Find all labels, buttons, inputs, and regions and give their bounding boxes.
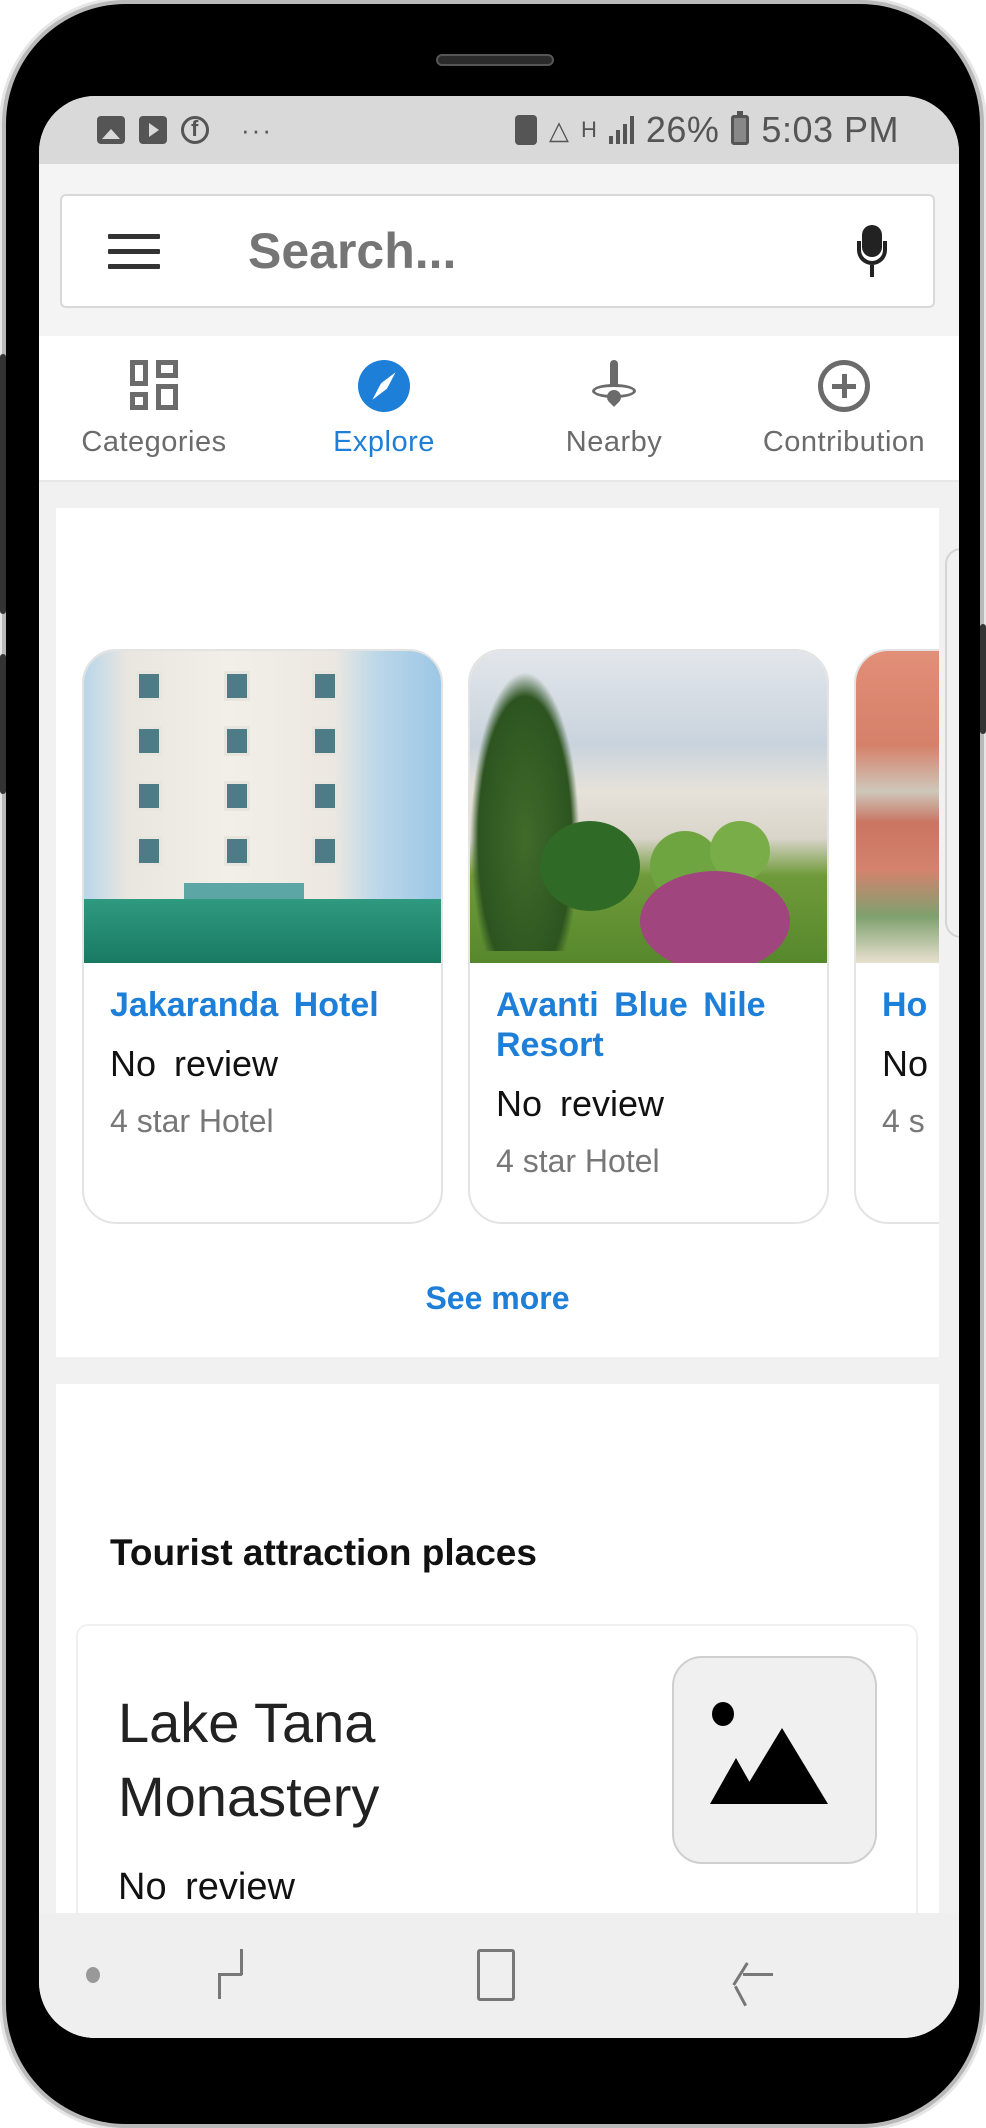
- sync-icon: △: [548, 114, 569, 145]
- popular-hotels-section: Popular hotels Jakaranda Hotel No review…: [56, 508, 939, 1357]
- app-screen: ··· △ H 26% 5:03 PM: [39, 96, 959, 2038]
- hotel-review: No: [882, 1043, 929, 1084]
- top-tab-bar: Categories Explore Nearby Contribution: [39, 336, 959, 482]
- hotel-card[interactable]: Avanti Blue Nile Resort No review 4 star…: [468, 649, 829, 1224]
- back-icon[interactable]: [729, 1949, 789, 2007]
- earpiece-speaker: [436, 54, 554, 66]
- volume-button: [0, 354, 6, 614]
- hotel-name[interactable]: Avanti Blue Nile Resort: [496, 985, 807, 1065]
- gallery-icon: [97, 116, 125, 144]
- image-placeholder-icon: [672, 1656, 877, 1864]
- hotel-card[interactable]: Ho No 4 s: [854, 649, 939, 1224]
- more-notifications-icon: ···: [241, 115, 273, 145]
- hotel-photo: [84, 651, 441, 963]
- hotel-name[interactable]: Ho: [882, 985, 939, 1025]
- status-bar: ··· △ H 26% 5:03 PM: [39, 96, 959, 164]
- tourist-places-section: Tourist attraction places Lake Tana Mona…: [56, 1384, 939, 2038]
- tab-label: Categories: [81, 426, 227, 458]
- facebook-icon: [181, 116, 209, 144]
- hotel-review: No review: [110, 1043, 279, 1084]
- phone-frame: ··· △ H 26% 5:03 PM: [0, 4, 986, 2124]
- microphone-icon[interactable]: [857, 225, 887, 277]
- tab-contribution[interactable]: Contribution: [729, 336, 959, 480]
- menu-icon[interactable]: [108, 233, 160, 269]
- nav-hide-dot[interactable]: [86, 1967, 100, 1983]
- home-icon[interactable]: [473, 1949, 533, 2005]
- hotel-carousel[interactable]: Jakaranda Hotel No review 4 star Hotel A…: [56, 649, 939, 1249]
- tab-label: Contribution: [762, 426, 926, 458]
- compass-icon: [358, 360, 410, 412]
- power-button: [980, 624, 986, 734]
- hotel-card[interactable]: Jakaranda Hotel No review 4 star Hotel: [82, 649, 443, 1224]
- bixby-button: [0, 654, 6, 794]
- clock: 5:03 PM: [761, 109, 899, 150]
- network-type: H: [580, 117, 597, 142]
- nearby-icon: [588, 360, 640, 412]
- hotel-type: 4 s: [882, 1103, 925, 1139]
- section-title: Tourist attraction places: [110, 1532, 537, 1573]
- see-more-link[interactable]: See more: [56, 1280, 939, 1317]
- hotel-photo: [470, 651, 827, 963]
- search-bar: [60, 194, 935, 308]
- battery-icon: [731, 111, 750, 145]
- battery-percent: 26%: [645, 109, 720, 150]
- tab-label: Explore: [333, 426, 435, 458]
- tab-categories[interactable]: Categories: [39, 336, 269, 480]
- attraction-name: Lake Tana Monastery: [118, 1691, 380, 1828]
- tab-nearby[interactable]: Nearby: [499, 336, 729, 480]
- youtube-icon: [139, 116, 167, 144]
- search-input[interactable]: [248, 222, 808, 280]
- hotel-type: 4 star Hotel: [496, 1143, 660, 1179]
- add-circle-icon: [818, 360, 870, 412]
- hotel-photo: [856, 651, 939, 963]
- grid-icon: [128, 360, 180, 412]
- hotel-name[interactable]: Jakaranda Hotel: [110, 985, 421, 1025]
- hotel-review: No review: [496, 1083, 665, 1124]
- system-navigation-bar: [39, 1913, 959, 2038]
- signal-icon: [608, 116, 634, 144]
- battery-saver-icon: [514, 115, 537, 145]
- tab-label: Nearby: [565, 426, 663, 458]
- edge-panel-handle[interactable]: [945, 548, 959, 938]
- attraction-review: No review: [118, 1866, 295, 1908]
- tab-explore[interactable]: Explore: [269, 336, 499, 480]
- hotel-type: 4 star Hotel: [110, 1103, 274, 1139]
- recent-apps-icon[interactable]: [214, 1949, 274, 2005]
